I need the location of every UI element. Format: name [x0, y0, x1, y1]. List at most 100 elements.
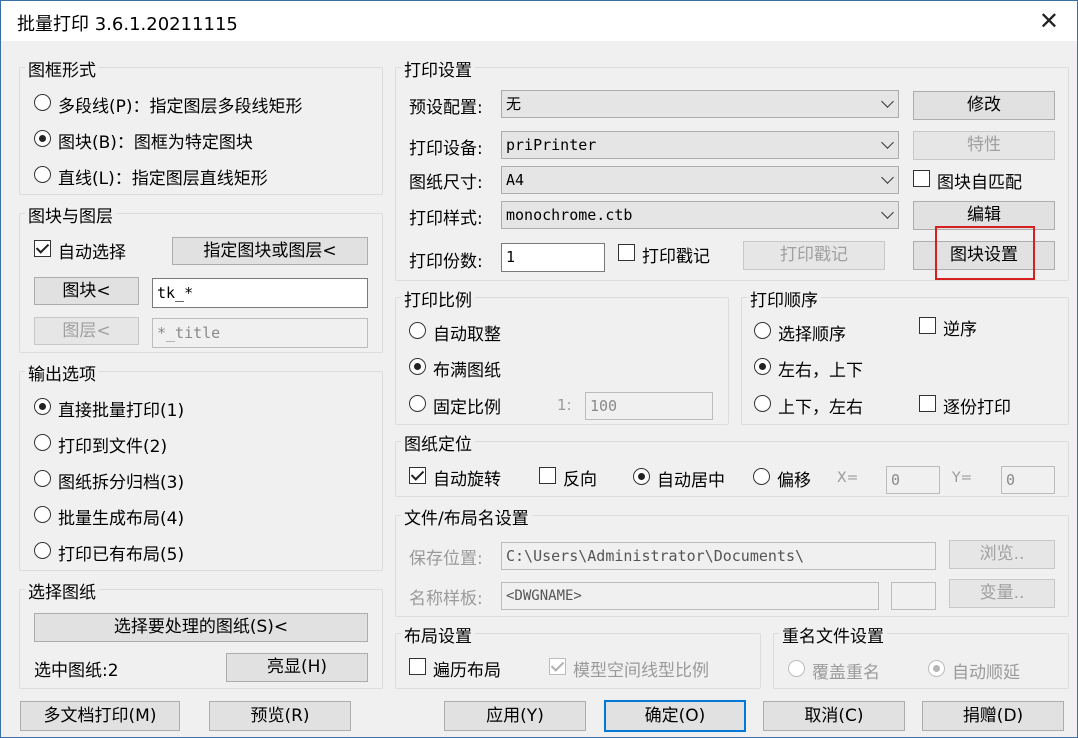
radio-auto-increment-label[interactable]: 自动顺延 [952, 658, 1020, 683]
multi-doc-print-button[interactable]: 多文档打印(M) [20, 701, 180, 731]
radio-generate-layout[interactable] [34, 506, 51, 523]
radio-polyline[interactable] [34, 94, 51, 111]
radio-block-label[interactable]: 图块(B)：图框为特定图块 [58, 128, 253, 153]
radio-auto-center-label[interactable]: 自动居中 [657, 466, 725, 491]
radio-line-label[interactable]: 直线(L)：指定图层直线矩形 [58, 164, 268, 189]
model-space-scale-label[interactable]: 模型空间线型比例 [573, 656, 709, 681]
properties-button[interactable]: 特性 [913, 131, 1055, 160]
file-naming-title: 文件/布局名设置 [401, 504, 532, 529]
chevron-down-icon [881, 136, 894, 149]
specify-block-layer-button[interactable]: 指定图块或图层< [172, 237, 368, 265]
select-sheets-button[interactable]: 选择要处理的图纸(S)< [34, 613, 368, 642]
radio-print-to-file[interactable] [34, 434, 51, 451]
copies-input[interactable]: 1 [501, 243, 605, 272]
auto-rotate-checkbox[interactable] [409, 467, 426, 484]
radio-fixed-scale-label[interactable]: 固定比例 [433, 393, 501, 418]
select-sheets-title: 选择图纸 [25, 578, 99, 603]
print-style-select[interactable]: monochrome.ctb [501, 201, 899, 229]
title-bar: 批量打印 3.6.1.20211115 ✕ [1, 1, 1077, 41]
radio-fill-paper-label[interactable]: 布满图纸 [433, 356, 501, 381]
print-scale-title: 打印比例 [401, 286, 475, 311]
offset-y-label: Y= [952, 470, 973, 486]
scale-ratio-input[interactable]: 100 [585, 392, 713, 420]
radio-offset-label[interactable]: 偏移 [777, 466, 811, 491]
radio-split-archive[interactable] [34, 470, 51, 487]
layout-settings-title: 布局设置 [401, 622, 475, 647]
radio-auto-center[interactable] [633, 468, 650, 485]
preset-label: 预设配置: [409, 98, 483, 118]
auto-rotate-label[interactable]: 自动旋转 [433, 465, 501, 490]
radio-select-order[interactable] [754, 322, 771, 339]
donate-button[interactable]: 捐赠(D) [922, 701, 1064, 731]
device-select[interactable]: priPrinter [501, 131, 899, 159]
radio-polyline-label[interactable]: 多段线(P)：指定图层多段线矩形 [58, 92, 303, 117]
block-layer-title: 图块与图层 [25, 202, 116, 227]
radio-print-existing-layout[interactable] [34, 542, 51, 559]
block-pick-button[interactable]: 图块< [34, 277, 139, 305]
reverse-position-label[interactable]: 反向 [563, 465, 597, 490]
radio-block[interactable] [34, 130, 51, 147]
reverse-position-checkbox[interactable] [539, 467, 556, 484]
paper-size-value: A4 [506, 171, 525, 189]
radio-split-archive-label[interactable]: 图纸拆分归档(3) [58, 468, 184, 493]
stamp-checkbox[interactable] [618, 244, 635, 261]
radio-generate-layout-label[interactable]: 批量生成布局(4) [58, 504, 184, 529]
per-copy-label[interactable]: 逐份打印 [943, 393, 1011, 418]
save-location-input[interactable]: C:\Users\Administrator\Documents\ [501, 542, 936, 570]
browse-button[interactable]: 浏览.. [949, 540, 1055, 569]
radio-print-existing-layout-label[interactable]: 打印已有布局(5) [58, 540, 184, 565]
close-icon[interactable]: ✕ [1039, 7, 1059, 35]
cancel-button[interactable]: 取消(C) [763, 701, 905, 731]
traverse-layout-checkbox[interactable] [409, 658, 426, 675]
preset-select[interactable]: 无 [501, 90, 899, 118]
radio-direct-print-label[interactable]: 直接批量打印(1) [58, 396, 184, 421]
per-copy-checkbox[interactable] [919, 395, 936, 412]
apply-button[interactable]: 应用(Y) [444, 701, 586, 731]
radio-auto-fit-label[interactable]: 自动取整 [433, 320, 501, 345]
ok-button[interactable]: 确定(O) [604, 700, 746, 732]
radio-fill-paper[interactable] [409, 358, 426, 375]
offset-x-input[interactable]: 0 [886, 466, 940, 494]
radio-top-bottom-left-right[interactable] [754, 395, 771, 412]
layer-pick-button[interactable]: 图层< [34, 317, 139, 345]
layer-name-input[interactable]: *_title [152, 318, 368, 348]
traverse-layout-label[interactable]: 遍历布局 [433, 656, 501, 681]
model-space-scale-checkbox[interactable] [549, 658, 566, 675]
name-template-input[interactable]: <DWGNAME> [501, 582, 879, 610]
radio-overwrite-label[interactable]: 覆盖重名 [812, 658, 880, 683]
radio-top-bottom-left-right-label[interactable]: 上下，左右 [778, 393, 863, 418]
radio-direct-print[interactable] [34, 398, 51, 415]
radio-fixed-scale[interactable] [409, 395, 426, 412]
auto-select-checkbox[interactable] [34, 240, 51, 257]
radio-left-right-top-bottom-label[interactable]: 左右，上下 [778, 356, 863, 381]
print-style-label: 打印样式: [409, 209, 483, 229]
variable-button[interactable]: 变量.. [949, 579, 1055, 608]
preview-button[interactable]: 预览(R) [209, 701, 351, 731]
stamp-check-label[interactable]: 打印戳记 [642, 242, 710, 267]
radio-left-right-top-bottom[interactable] [754, 358, 771, 375]
name-suffix-input[interactable] [891, 582, 936, 610]
radio-overwrite[interactable] [788, 660, 805, 677]
radio-auto-increment[interactable] [928, 660, 945, 677]
radio-auto-fit[interactable] [409, 322, 426, 339]
preset-value: 无 [506, 95, 522, 113]
modify-button[interactable]: 修改 [913, 91, 1055, 120]
reverse-order-label[interactable]: 逆序 [943, 315, 977, 340]
paper-size-select[interactable]: A4 [501, 166, 899, 194]
offset-x-label: X= [837, 470, 859, 486]
stamp-settings-button[interactable]: 打印戳记 [743, 241, 885, 270]
radio-offset[interactable] [753, 468, 770, 485]
radio-line[interactable] [34, 166, 51, 183]
rename-settings-title: 重名文件设置 [779, 622, 887, 647]
offset-y-input[interactable]: 0 [1001, 466, 1055, 494]
radio-select-order-label[interactable]: 选择顺序 [778, 320, 846, 345]
block-match-checkbox[interactable] [913, 170, 930, 187]
reverse-order-checkbox[interactable] [919, 317, 936, 334]
block-match-label[interactable]: 图块自匹配 [937, 168, 1022, 193]
radio-print-to-file-label[interactable]: 打印到文件(2) [58, 432, 167, 457]
block-name-input[interactable]: tk_* [152, 278, 368, 308]
scale-ratio-prefix: 1: [557, 396, 572, 414]
chevron-down-icon [881, 171, 894, 184]
auto-select-label[interactable]: 自动选择 [58, 238, 126, 263]
highlight-button[interactable]: 亮显(H) [226, 653, 368, 682]
